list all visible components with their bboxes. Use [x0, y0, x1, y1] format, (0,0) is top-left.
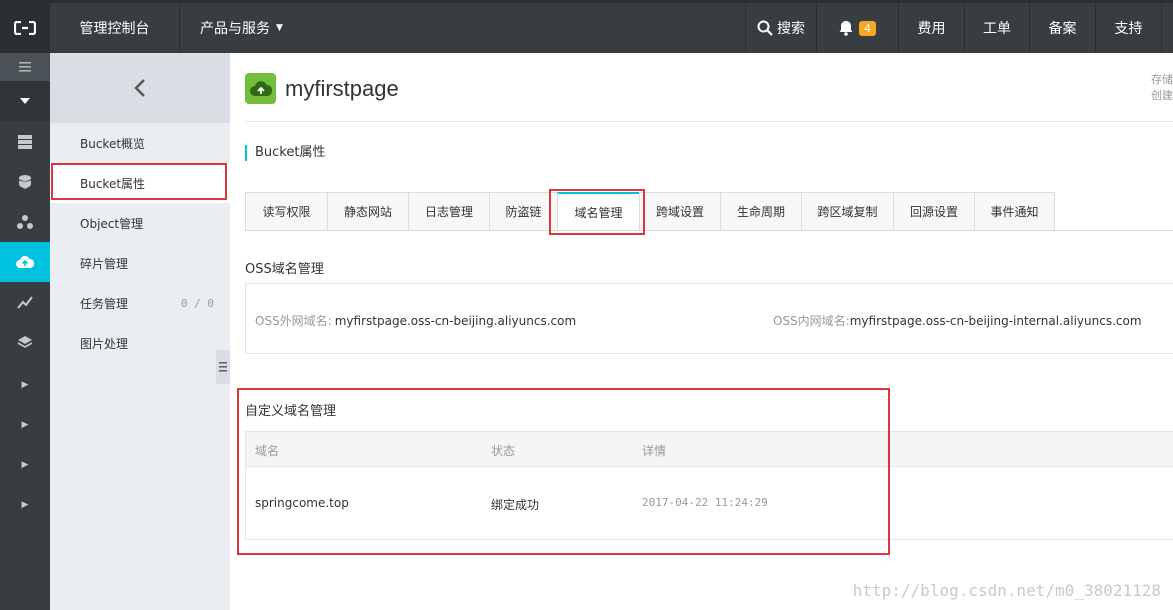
sidebar-back-button[interactable] [50, 53, 230, 123]
tab-hotlink-protection[interactable]: 防盗链 [489, 192, 557, 231]
sidebar-collapse-handle[interactable] [216, 350, 230, 384]
main-content: myfirstpage 存储 创建 Bucket属性 读写权限 静态网站 日志管… [230, 53, 1173, 610]
search-label: 搜索 [777, 21, 805, 37]
rail-arrow-right-icon[interactable]: ▶ [0, 485, 50, 525]
rail-expand-caret-icon[interactable] [0, 81, 50, 121]
oss-internal-label: OSS内网域名: [773, 314, 850, 328]
tab-cors-settings[interactable]: 跨域设置 [639, 192, 720, 231]
watermark: http://blog.csdn.net/m0_38021128 [852, 581, 1161, 600]
bucket-meta-storage: 存储 [1151, 73, 1173, 86]
oss-internal-value: myfirstpage.oss-cn-beijing-internal.aliy… [849, 314, 1142, 328]
sidebar-item-label: Bucket属性 [80, 176, 146, 191]
sidebar-item-label: 图片处理 [80, 336, 129, 351]
properties-tabs: 读写权限 静态网站 日志管理 防盗链 域名管理 跨域设置 生命周期 跨区域复制 … [245, 192, 1055, 231]
sidebar-item-label: 碎片管理 [80, 256, 129, 271]
column-header-status: 状态 [491, 444, 516, 458]
sidebar-item-fragment-management[interactable]: 碎片管理 [50, 243, 230, 283]
sidebar-item-object-management[interactable]: Object管理 [50, 203, 230, 243]
network-icon[interactable] [0, 202, 50, 242]
tab-event-notification[interactable]: 事件通知 [974, 192, 1055, 231]
record-link[interactable]: 备案 [1030, 3, 1096, 53]
product-icon-rail: ▶ ▶ ▶ ▶ [0, 53, 50, 610]
bucket-meta: 存储 创建 [1151, 72, 1173, 104]
tab-back-to-origin[interactable]: 回源设置 [893, 192, 974, 231]
oss-external-domain: OSS外网域名: myfirstpage.oss-cn-beijing.aliyu… [255, 312, 576, 329]
chart-trend-icon[interactable] [0, 282, 50, 322]
rail-arrow-right-icon[interactable]: ▶ [0, 405, 50, 445]
oss-external-label: OSS外网域名: [255, 314, 332, 328]
column-header-detail: 详情 [642, 444, 667, 458]
sidebar-item-label: 任务管理 [80, 296, 129, 311]
custom-domain-title: 自定义域名管理 [245, 404, 337, 419]
server-icon[interactable] [0, 122, 50, 162]
sidebar-item-label: Bucket概览 [80, 136, 146, 151]
menu-toggle-icon[interactable] [0, 53, 50, 81]
bucket-header: myfirstpage [245, 73, 399, 104]
oss-domain-title: OSS域名管理 [245, 262, 324, 277]
oss-internal-domain: OSS内网域名:myfirstpage.oss-cn-beijing-inter… [773, 312, 1142, 329]
detail-cell: 2017-04-22 11:24:29 [642, 496, 768, 509]
sidebar-item-bucket-overview[interactable]: Bucket概览 [50, 123, 230, 163]
tabs-baseline [245, 230, 1173, 231]
custom-domain-table: 域名 状态 详情 springcome.top 绑定成功 2017-04-22 … [245, 431, 1173, 540]
tab-rw-permission[interactable]: 读写权限 [245, 192, 327, 231]
rail-arrow-right-icon[interactable]: ▶ [0, 445, 50, 485]
bucket-cloud-icon [245, 73, 276, 104]
notification-count-badge: 4 [859, 20, 876, 36]
header-divider [245, 121, 1173, 122]
bell-icon [839, 21, 853, 36]
top-navbar: 管理控制台 产品与服务 ▼ 搜索 4 费用 工单 备案 支持 [0, 0, 1173, 53]
tab-cross-region-replication[interactable]: 跨区域复制 [801, 192, 893, 231]
console-link[interactable]: 管理控制台 [50, 3, 180, 53]
aliyun-logo-icon[interactable] [0, 3, 50, 53]
section-title: Bucket属性 [245, 145, 325, 161]
products-label: 产品与服务 [200, 21, 270, 37]
column-header-domain: 域名 [255, 444, 280, 458]
bucket-name: myfirstpage [285, 75, 399, 101]
oss-domain-panel: OSS外网域名: myfirstpage.oss-cn-beijing.aliyu… [245, 283, 1173, 354]
search-button[interactable]: 搜索 [745, 3, 817, 53]
oss-sidebar: Bucket概览 Bucket属性 Object管理 碎片管理 任务管理 0 /… [50, 53, 230, 610]
task-count: 0 / 0 [180, 296, 214, 310]
notifications-button[interactable]: 4 [817, 3, 899, 53]
chevron-left-icon [134, 79, 145, 97]
status-cell: 绑定成功 [491, 498, 540, 512]
tab-domain-management[interactable]: 域名管理 [557, 192, 639, 231]
table-header: 域名 状态 详情 [246, 432, 1173, 467]
tab-static-website[interactable]: 静态网站 [327, 192, 408, 231]
topbar-edge [1162, 3, 1173, 53]
tab-lifecycle[interactable]: 生命周期 [720, 192, 801, 231]
tab-log-management[interactable]: 日志管理 [408, 192, 489, 231]
support-link[interactable]: 支持 [1096, 3, 1162, 53]
table-row: springcome.top 绑定成功 2017-04-22 11:24:29 [246, 467, 1173, 539]
sidebar-item-task-management[interactable]: 任务管理 0 / 0 [50, 283, 230, 323]
domain-cell: springcome.top [255, 496, 349, 510]
products-menu[interactable]: 产品与服务 ▼ [180, 3, 304, 53]
bucket-meta-created: 创建 [1151, 89, 1173, 102]
fee-link[interactable]: 费用 [899, 3, 965, 53]
sidebar-item-bucket-properties[interactable]: Bucket属性 [50, 163, 230, 203]
layers-icon[interactable] [0, 322, 50, 362]
sidebar-item-label: Object管理 [80, 216, 144, 231]
oss-cloud-icon[interactable] [0, 242, 50, 282]
caret-down-icon: ▼ [276, 23, 283, 33]
order-link[interactable]: 工单 [965, 3, 1030, 53]
list-toggle-icon [219, 362, 227, 372]
rail-arrow-right-icon[interactable]: ▶ [0, 365, 50, 405]
database-icon[interactable] [0, 162, 50, 202]
sidebar-item-image-processing[interactable]: 图片处理 [50, 323, 230, 363]
oss-external-value: myfirstpage.oss-cn-beijing.aliyuncs.com [334, 314, 577, 328]
search-icon [757, 20, 773, 36]
